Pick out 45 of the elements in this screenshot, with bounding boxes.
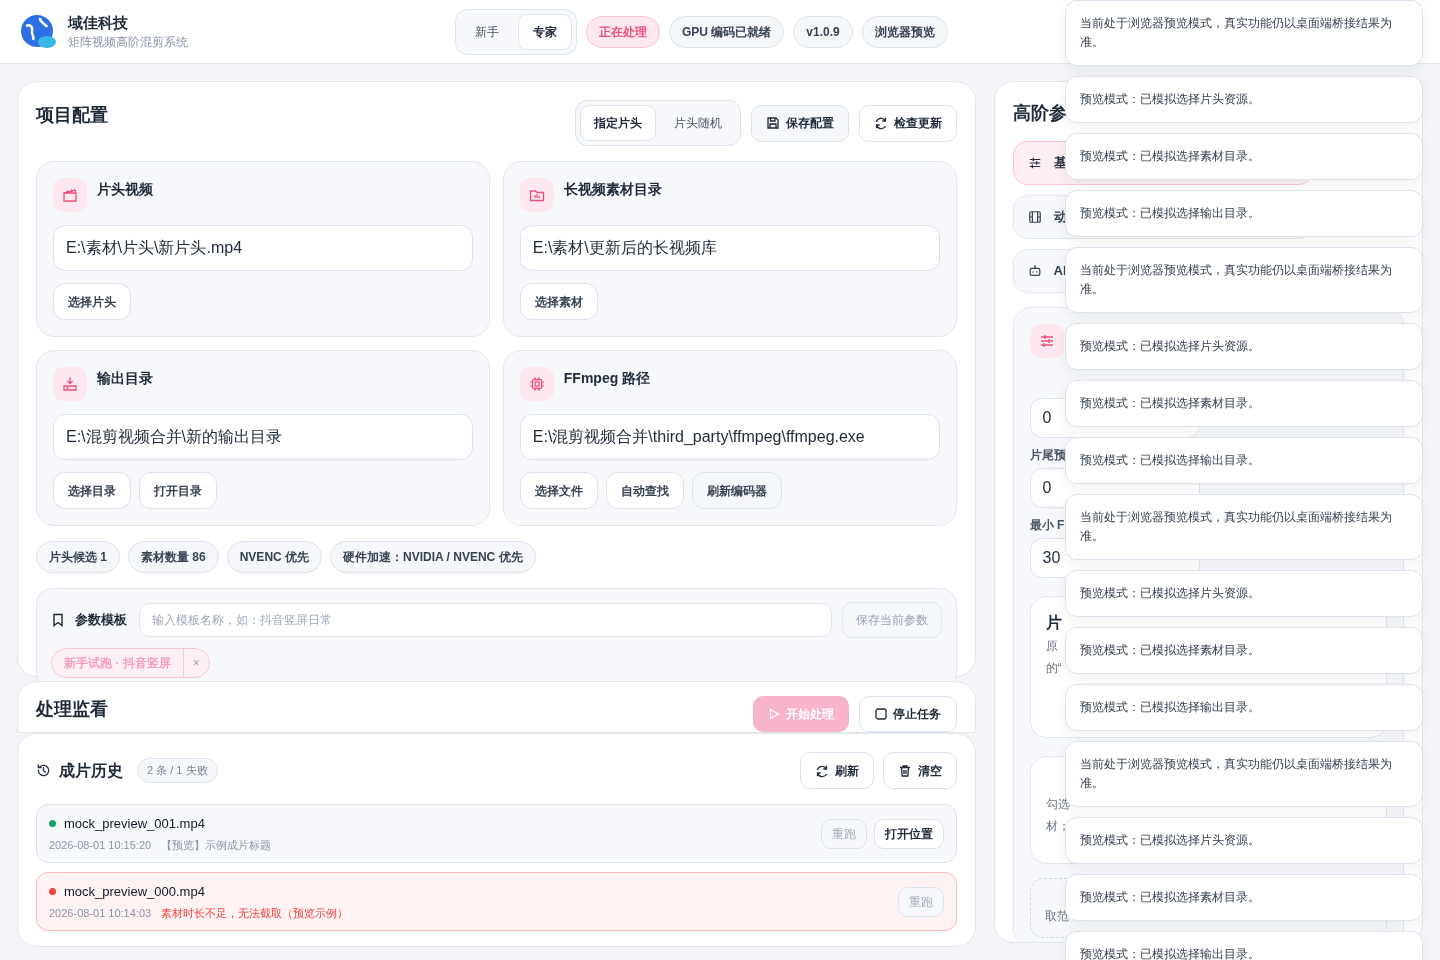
info-chip: 片头候选 1 — [36, 541, 120, 573]
file-name: mock_preview_001.mp4 — [64, 814, 205, 833]
option-title: 片 — [1045, 613, 1063, 633]
panel-title: 处理监看 — [36, 698, 108, 721]
app-subtitle: 矩阵视频高阶混剪系统 — [68, 33, 188, 51]
option-description: 原 — [1045, 638, 1058, 655]
preview-toast: 预览模式：已模拟选择片头资源。 — [1065, 323, 1423, 370]
preview-toast: 预览模式：已模拟选择片头资源。 — [1065, 570, 1423, 617]
template-label: 参数模板 — [75, 611, 128, 630]
preview-toast: 预览模式：已模拟选择片头资源。 — [1065, 76, 1423, 123]
preview-toast: 预览模式：已模拟选择输出目录。 — [1065, 437, 1423, 484]
panel-title: 高阶参 — [1012, 102, 1067, 125]
preview-toast: 预览模式：已模拟选择素材目录。 — [1065, 380, 1423, 427]
status-badge: GPU 编码已就绪 — [669, 15, 785, 48]
card-title: 输出目录 — [97, 369, 153, 388]
panel-title: 项目配置 — [36, 104, 108, 127]
preview-toast: 预览模式：已模拟选择片头资源。 — [1065, 817, 1423, 864]
video-title: 【预览】示例成片标题 — [161, 838, 272, 853]
history-count: 2 条 / 1 失败 — [137, 758, 218, 783]
option-description: 的“ — [1045, 660, 1062, 677]
field-label: 最小 F — [1029, 517, 1065, 534]
card-title: 片头视频 — [97, 180, 153, 199]
preview-toast: 预览模式：已模拟选择素材目录。 — [1065, 627, 1423, 674]
preview-toast: 预览模式：已模拟选择输出目录。 — [1065, 684, 1423, 731]
field-label: 片尾预 — [1029, 447, 1066, 464]
brand-name: 域佳科技 — [68, 12, 129, 33]
status-badge: 浏览器预览 — [861, 15, 948, 48]
info-chip: 素材数量 86 — [128, 541, 219, 573]
preview-toast: 预览模式：已模拟选择输出目录。 — [1065, 190, 1423, 237]
card-title: FFmpeg 路径 — [563, 369, 651, 388]
status-badge: v1.0.9 — [793, 15, 853, 48]
card-title: 长视频素材目录 — [563, 180, 662, 199]
preview-toast: 预览模式：已模拟选择输出目录。 — [1065, 931, 1423, 960]
status-badge: 正在处理 — [586, 15, 660, 48]
preview-toast: 预览模式：已模拟选择素材目录。 — [1065, 133, 1423, 180]
history-title: 成片历史 — [59, 760, 123, 781]
info-chip: NVENC 优先 — [226, 541, 323, 573]
preview-toast: 当前处于浏览器预览模式，真实功能仍以桌面端桥接结果为准。 — [1065, 494, 1423, 560]
preview-toast: 当前处于浏览器预览模式，真实功能仍以桌面端桥接结果为准。 — [1065, 0, 1423, 66]
preview-toast: 当前处于浏览器预览模式，真实功能仍以桌面端桥接结果为准。 — [1065, 247, 1423, 313]
error-message: 素材时长不足，无法截取（预览示例） — [161, 906, 349, 921]
file-name: mock_preview_000.mp4 — [64, 882, 205, 901]
timestamp: 2026-08-01 10:14:03 — [49, 906, 152, 921]
timestamp: 2026-08-01 10:15:20 — [49, 838, 152, 853]
info-chip: 硬件加速：NVIDIA / NVENC 优先 — [330, 541, 536, 573]
